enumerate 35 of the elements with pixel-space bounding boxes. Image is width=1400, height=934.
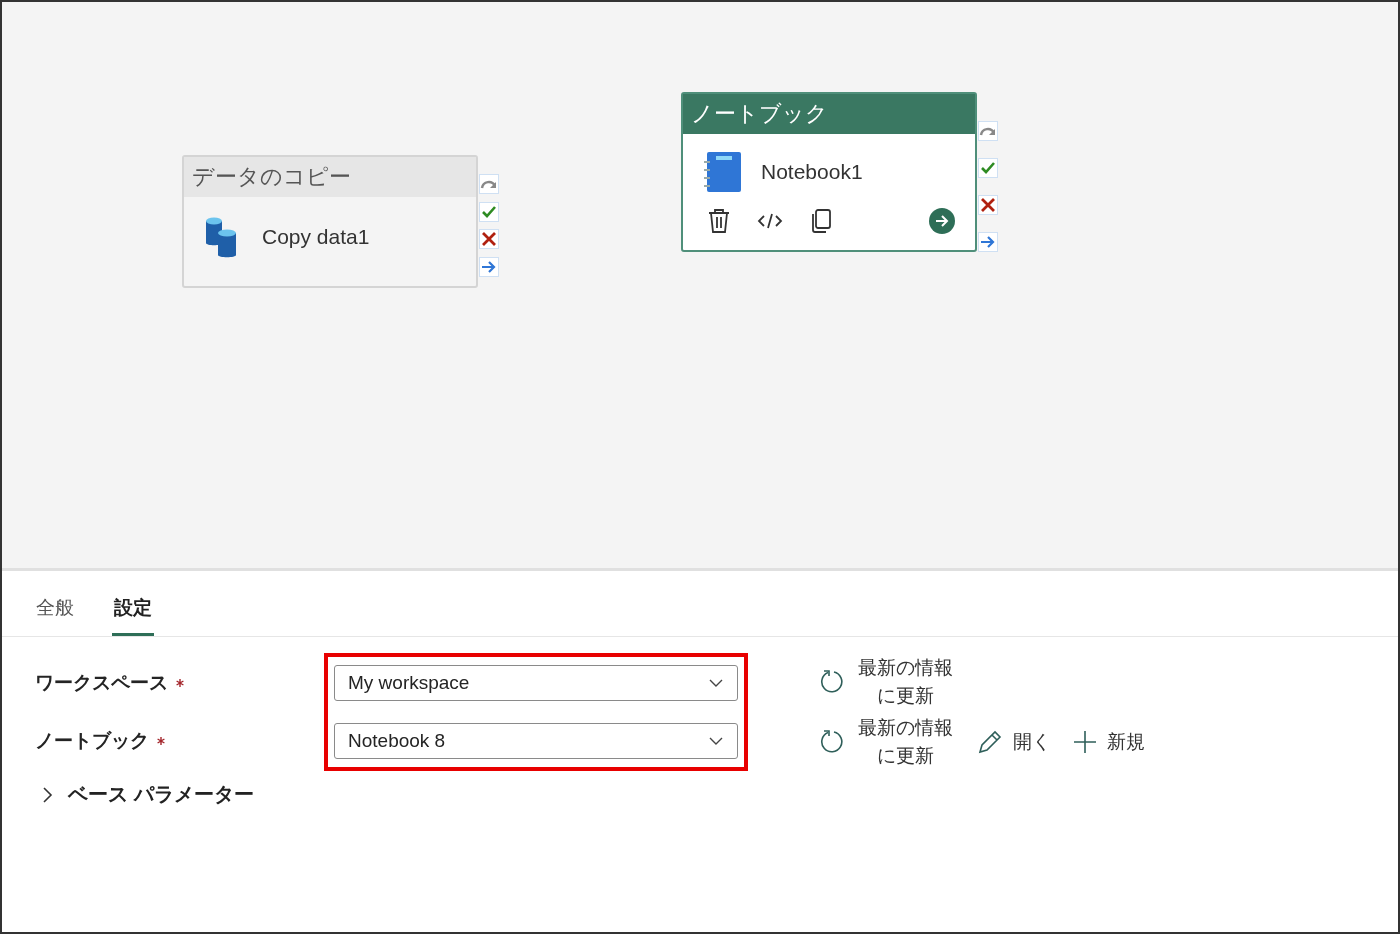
- tab[interactable]: 設定: [112, 587, 154, 636]
- field-label: ワークスペース: [35, 671, 168, 695]
- node-title: データのコピー: [184, 157, 476, 197]
- node-name: Notebook1: [761, 160, 863, 184]
- code-icon[interactable]: [757, 211, 783, 231]
- notebook-icon: [703, 150, 743, 194]
- success-icon: [978, 158, 998, 178]
- dropdown[interactable]: My workspace: [334, 665, 738, 701]
- action-button[interactable]: 最新の情報に更新: [820, 654, 955, 710]
- node-title: ノートブック: [683, 94, 975, 134]
- refresh-icon: [820, 729, 846, 755]
- section-toggle[interactable]: ベース パラメーター: [2, 771, 254, 808]
- plus-icon: [1072, 730, 1097, 754]
- success-icon: [479, 201, 499, 222]
- action-button[interactable]: 新規: [1072, 729, 1145, 755]
- activity-node[interactable]: ノートブック Notebook1: [681, 92, 977, 252]
- chevron-down-icon: [709, 737, 723, 745]
- tab[interactable]: 全般: [34, 587, 76, 636]
- delete-icon[interactable]: [707, 208, 731, 234]
- chevron-down-icon: [709, 679, 723, 687]
- refresh-icon: [820, 669, 846, 695]
- action-button[interactable]: 開く: [976, 729, 1051, 755]
- completion-icon: [978, 232, 998, 252]
- skip-icon: [978, 121, 998, 141]
- pencil-icon: [976, 729, 1003, 755]
- skip-icon: [479, 174, 499, 194]
- activity-node[interactable]: データのコピー Copy data1: [182, 155, 478, 288]
- field-label: ノートブック: [35, 729, 149, 753]
- failure-icon: [978, 195, 998, 215]
- node-name: Copy data1: [262, 225, 370, 249]
- failure-icon: [479, 229, 499, 249]
- dropdown[interactable]: Notebook 8: [334, 723, 738, 759]
- completion-icon: [479, 256, 499, 277]
- copy-icon[interactable]: [809, 208, 833, 234]
- action-button[interactable]: 最新の情報に更新: [820, 714, 955, 770]
